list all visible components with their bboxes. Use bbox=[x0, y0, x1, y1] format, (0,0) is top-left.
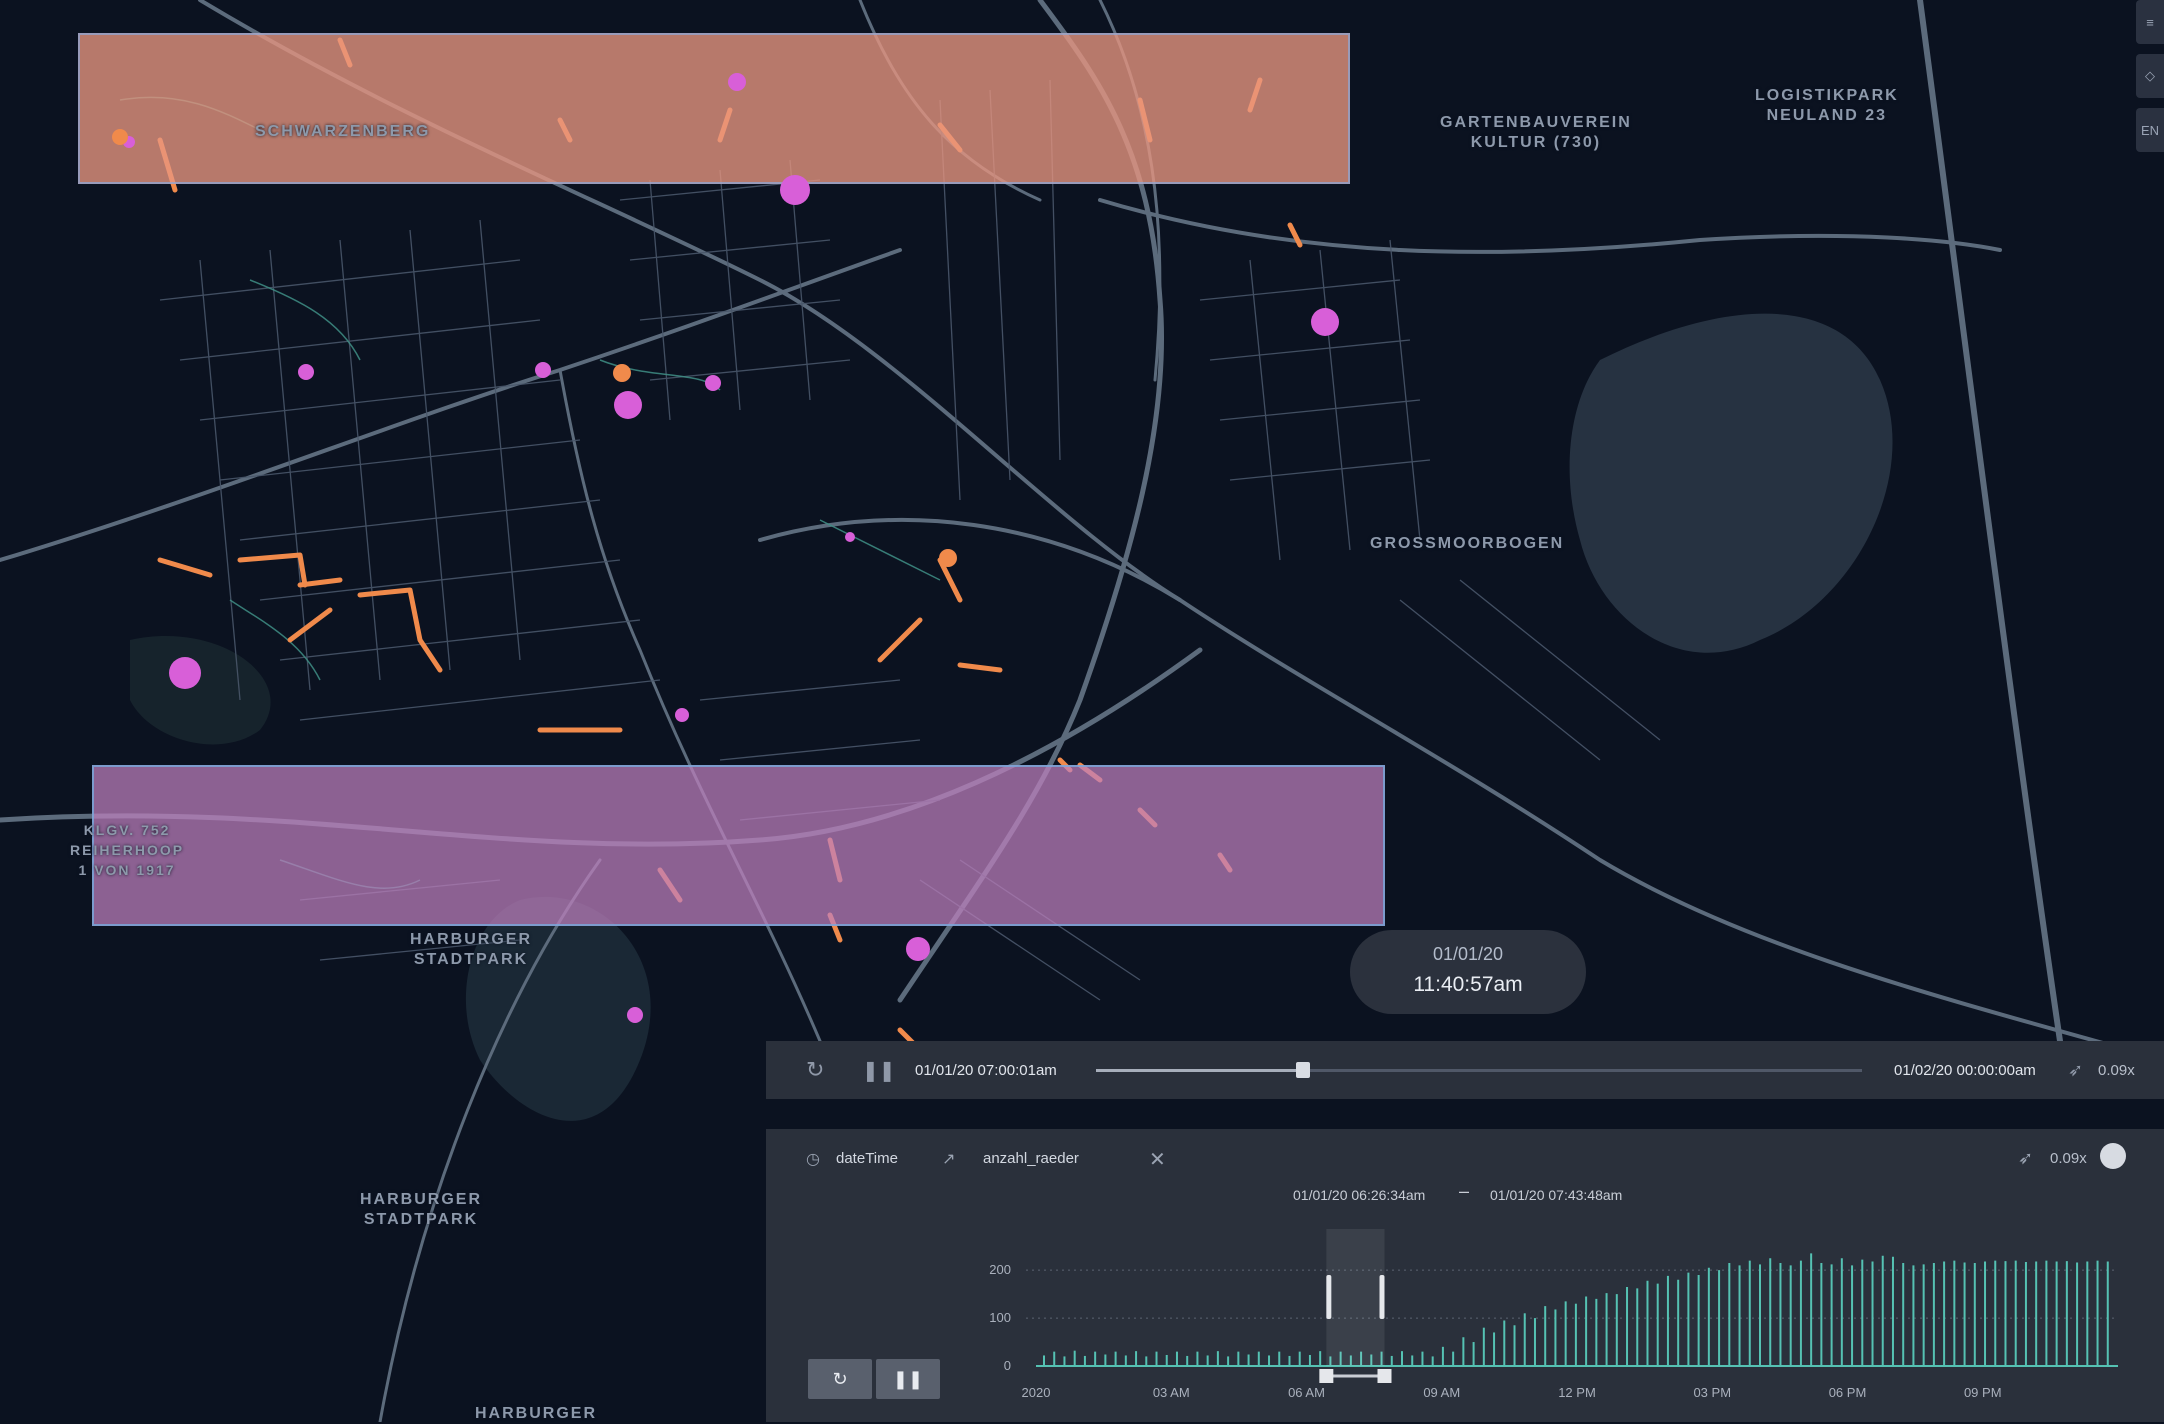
point-marker bbox=[614, 391, 642, 419]
point-marker bbox=[780, 175, 810, 205]
point-marker bbox=[169, 657, 201, 689]
map-style-icon[interactable]: ◇ bbox=[2136, 54, 2164, 98]
x-tick-label: 12 PM bbox=[1558, 1385, 1596, 1400]
point-marker bbox=[705, 375, 721, 391]
brush-handle-right bbox=[1379, 1275, 1385, 1319]
map-label-harburger: HARBURGER bbox=[475, 1405, 597, 1422]
playback-slider-handle[interactable] bbox=[1295, 1062, 1310, 1078]
time-histogram[interactable]: 200 100 0 2020 03 AM 06 AM 09 AM 12 PM 03 PM 06 P… bbox=[766, 1129, 2164, 1422]
map-label-logistikpark: LOGISTIKPARK NEULAND 23 bbox=[1755, 87, 1899, 124]
playback-bar: ↻ ❚❚ 01/01/20 07:00:01am 01/02/20 00:00:… bbox=[766, 1041, 2164, 1099]
map-label-klgv: KLGV. 752 REIHERHOOP 1 VON 1917 bbox=[70, 822, 185, 878]
map-label-schwarzenberg: SCHWARZENBERG bbox=[255, 123, 431, 140]
time-bubble-time: 11:40:57am bbox=[1413, 973, 1523, 996]
point-marker bbox=[906, 937, 930, 961]
point-marker-orange bbox=[112, 129, 128, 145]
pause-button[interactable]: ❚❚ bbox=[876, 1359, 940, 1399]
reset-icon[interactable]: ↻ bbox=[806, 1041, 824, 1099]
chart-selection bbox=[1326, 1229, 1385, 1366]
reset-button[interactable]: ↻ bbox=[808, 1359, 872, 1399]
language-button[interactable]: EN bbox=[2136, 108, 2164, 152]
x-tick-label: 03 PM bbox=[1693, 1385, 1731, 1400]
rocket-icon[interactable]: ➶ bbox=[2068, 1041, 2083, 1099]
x-tick-label: 06 PM bbox=[1829, 1385, 1867, 1400]
map-label-harburger-stadtpark-2: HARBURGER STADTPARK bbox=[360, 1191, 482, 1228]
y-tick-label: 100 bbox=[989, 1310, 1011, 1325]
point-marker bbox=[298, 364, 314, 380]
playback-speed[interactable]: 0.09x bbox=[2098, 1041, 2135, 1099]
x-tick-label: 2020 bbox=[1022, 1385, 1051, 1400]
range-slider-handle-right bbox=[1377, 1369, 1392, 1383]
point-marker bbox=[675, 708, 689, 722]
point-marker bbox=[1311, 308, 1339, 336]
layers-icon[interactable]: ≡ bbox=[2136, 0, 2164, 44]
playback-end-time: 01/02/20 00:00:00am bbox=[1894, 1061, 2036, 1079]
brush-handle-left bbox=[1326, 1275, 1332, 1319]
point-marker bbox=[845, 532, 855, 542]
point-marker bbox=[627, 1007, 643, 1023]
range-slider-handle-left bbox=[1319, 1369, 1334, 1383]
point-marker-orange bbox=[939, 549, 957, 567]
playback-slider[interactable] bbox=[1096, 1062, 1862, 1078]
point-marker bbox=[535, 362, 551, 378]
playback-slider-fill bbox=[1096, 1069, 1303, 1072]
x-tick-label: 06 AM bbox=[1288, 1385, 1325, 1400]
pause-icon[interactable]: ❚❚ bbox=[862, 1041, 896, 1099]
playback-start-time: 01/01/20 07:00:01am bbox=[915, 1061, 1057, 1079]
time-filter-panel: ◷ dateTime ↗ anzahl_raeder ✕ ➶ 0.09x 01/… bbox=[766, 1129, 2164, 1422]
x-tick-label: 03 AM bbox=[1153, 1385, 1190, 1400]
map-label-harburger-stadtpark: HARBURGER STADTPARK bbox=[410, 931, 532, 968]
side-toolbar: ≡ ◇ EN bbox=[2136, 0, 2164, 162]
time-bubble: 01/01/20 11:40:57am bbox=[1350, 930, 1586, 1014]
point-marker-orange bbox=[613, 364, 631, 382]
y-tick-label: 200 bbox=[989, 1262, 1011, 1277]
time-bubble-date: 01/01/20 bbox=[1432, 944, 1504, 964]
point-marker bbox=[728, 73, 746, 91]
map-label-gartenbauverein: GARTENBAUVEREIN KULTUR (730) bbox=[1440, 114, 1632, 151]
y-tick-label: 0 bbox=[1004, 1358, 1011, 1373]
x-tick-label: 09 PM bbox=[1964, 1385, 2002, 1400]
map-label-grossmoorbogen: GROSSMOORBOGEN bbox=[1370, 535, 1565, 552]
x-tick-label: 09 AM bbox=[1423, 1385, 1460, 1400]
